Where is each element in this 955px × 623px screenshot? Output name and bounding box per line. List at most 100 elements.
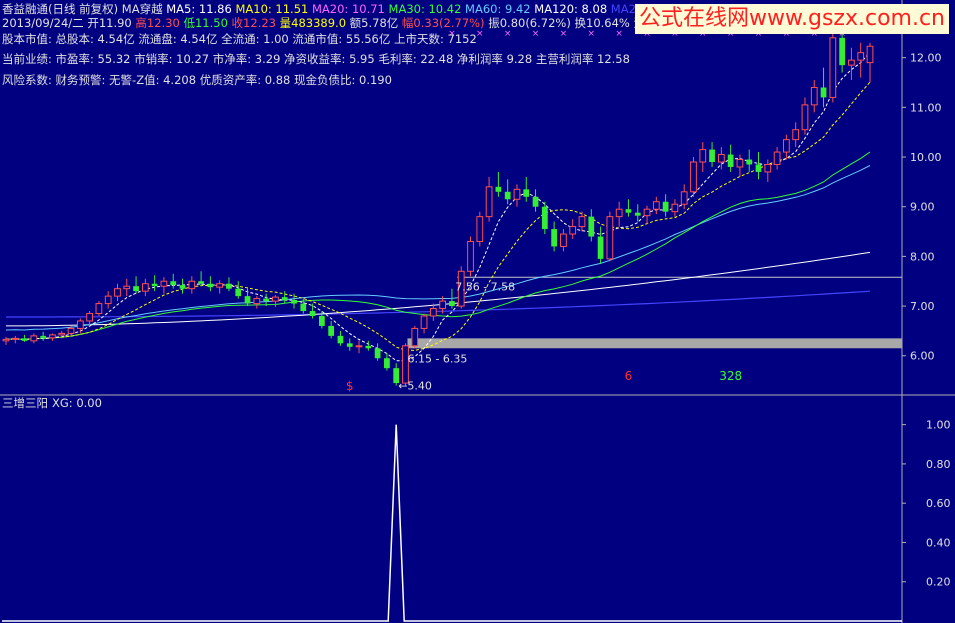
candle-body-up bbox=[810, 86, 818, 106]
y-tick-label: 10.00 bbox=[910, 151, 942, 164]
candle-body-up bbox=[439, 300, 447, 310]
candle-body-up bbox=[160, 280, 168, 287]
candle-body-down bbox=[532, 196, 539, 207]
sub-y-tick-label: 0.20 bbox=[926, 576, 951, 589]
candle-body-down bbox=[597, 236, 604, 259]
candle-body-up bbox=[848, 59, 855, 66]
ma60-line bbox=[5, 165, 871, 331]
candle-body-up bbox=[690, 161, 697, 193]
candle-body-down bbox=[198, 281, 204, 284]
candle-body-down bbox=[226, 283, 232, 289]
candle-body-up bbox=[114, 288, 121, 297]
ma-legend-item-3: MA10: 11.51 bbox=[231, 2, 309, 16]
candle-body-down bbox=[300, 303, 307, 312]
y-tick-label: 6.00 bbox=[910, 350, 935, 363]
quote-field-5: 量483389.0 bbox=[275, 16, 347, 30]
candle-body-up bbox=[30, 335, 38, 342]
annotation-low: ←5.40 bbox=[398, 380, 432, 393]
ma-legend-item-1: MA穿越 bbox=[118, 2, 167, 16]
candle-body-down bbox=[523, 189, 530, 197]
candle-body-down bbox=[746, 159, 753, 165]
candle-body-up bbox=[736, 159, 744, 168]
candle-body-up bbox=[429, 308, 437, 317]
quote-field-8: 振0.80(6.72%) bbox=[484, 16, 571, 30]
candle-body-up bbox=[866, 45, 874, 64]
y-tick-label: 12.00 bbox=[910, 52, 942, 65]
candle-body-down bbox=[727, 154, 734, 167]
candle-body-down bbox=[820, 87, 827, 98]
candle-body-down bbox=[281, 297, 288, 301]
candle-body-down bbox=[337, 335, 344, 344]
candle-body-down bbox=[839, 37, 846, 66]
candle-body-up bbox=[476, 216, 484, 242]
risk-line: 风险系数: 财务预警: 无警-Z值: 4.208 优质资产率: 0.88 现金负… bbox=[2, 73, 392, 87]
quote-field-3: 低11.50 bbox=[179, 16, 228, 30]
stock-chart-screen: 12.00 11.00 10.00 9.00 8.00 7.00 6.00 × × × × × × × × ×… bbox=[0, 0, 955, 623]
candle-body-down bbox=[21, 338, 28, 341]
top-marker: × bbox=[476, 29, 484, 39]
candle-body-down bbox=[133, 286, 139, 292]
quote-field-7: 幅0.33(2.77%) bbox=[398, 16, 485, 30]
candle-body-down bbox=[541, 206, 548, 230]
candle-body-up bbox=[2, 338, 10, 342]
candle-body-down bbox=[495, 186, 502, 192]
sub-y-tick-label: 0.40 bbox=[926, 536, 951, 549]
candle-body-up bbox=[123, 285, 131, 290]
candle-body-up bbox=[253, 298, 261, 305]
quote-field-4: 收12.23 bbox=[227, 16, 276, 30]
top-marker: × bbox=[588, 29, 596, 39]
candle-body-up bbox=[764, 163, 772, 173]
annotation-range-lower: 6.15 - 6.35 bbox=[407, 352, 467, 365]
candle-body-down bbox=[291, 300, 297, 304]
candle-body-up bbox=[560, 233, 567, 247]
support-band bbox=[407, 338, 902, 349]
candle-body-down bbox=[504, 191, 511, 200]
bottom-marker-3: 328 bbox=[719, 369, 742, 383]
quote-field-9: 换10.64% bbox=[570, 16, 630, 30]
candle-body-up bbox=[643, 208, 651, 217]
candle-body-up bbox=[801, 104, 809, 131]
quote-field-6: 额5.78亿 bbox=[346, 16, 399, 30]
candle-body-down bbox=[40, 335, 47, 338]
candle-body-up bbox=[467, 240, 474, 272]
candle-body-up bbox=[420, 315, 428, 329]
ma-legend-item-7: MA120: 8.08 bbox=[530, 2, 608, 16]
ma-legend-item-2: MA5: 11.86 bbox=[166, 2, 232, 16]
candle-body-up bbox=[773, 151, 781, 165]
candle-body-down bbox=[449, 301, 455, 307]
candle-body-up bbox=[615, 208, 623, 218]
candle-body-down bbox=[709, 149, 715, 162]
candle-body-down bbox=[328, 325, 335, 336]
annotation-range-upper: 7.56 - 7.58 bbox=[455, 280, 515, 293]
candle-body-up bbox=[717, 154, 725, 163]
candle-body-down bbox=[755, 164, 762, 172]
candle-body-up bbox=[829, 37, 837, 98]
candle-body-up bbox=[49, 334, 56, 339]
bottom-marker-2: 6 bbox=[625, 369, 633, 383]
candle-body-up bbox=[578, 216, 586, 228]
candle-body-up bbox=[104, 295, 112, 305]
candle-body-up bbox=[857, 52, 865, 61]
bottom-marker-1: $ bbox=[346, 379, 354, 393]
indicator-value: XG: 0.00 bbox=[52, 396, 102, 410]
candle-body-up bbox=[11, 337, 19, 340]
candle-body-up bbox=[792, 129, 800, 141]
candle-body-down bbox=[170, 281, 177, 286]
candle-body-up bbox=[606, 216, 614, 260]
top-marker: × bbox=[532, 29, 540, 39]
candle-body-up bbox=[783, 139, 790, 153]
candle-body-up bbox=[652, 201, 660, 210]
ma-legend-item-0: 香益融通(日线 前复权) bbox=[2, 2, 119, 16]
candle-body-up bbox=[67, 327, 75, 334]
chart-canvas[interactable]: 12.0011.0010.009.008.007.006.00× × × × × × × × ×… bbox=[0, 0, 955, 623]
candle-body-up bbox=[485, 186, 493, 218]
candle-body-up bbox=[95, 303, 103, 315]
candle-body-down bbox=[662, 201, 669, 212]
candle-body-up bbox=[411, 327, 419, 347]
candle-body-up bbox=[699, 149, 707, 163]
candle-body-down bbox=[625, 209, 632, 213]
top-marker: × bbox=[615, 29, 623, 39]
y-tick-label: 7.00 bbox=[910, 300, 935, 313]
candle-body-up bbox=[355, 345, 363, 348]
candle-body-up bbox=[671, 203, 679, 213]
